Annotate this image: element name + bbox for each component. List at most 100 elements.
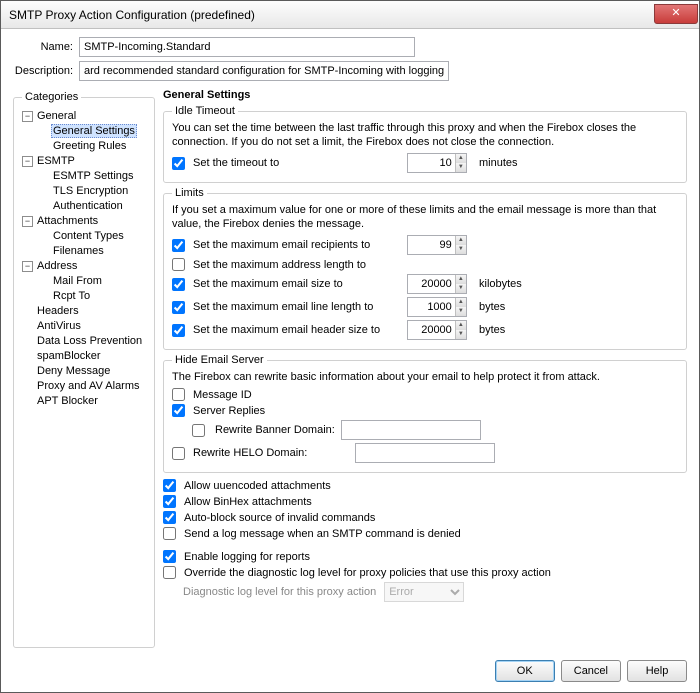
message-id-label: Message ID <box>193 389 252 401</box>
tree-general-settings[interactable]: General Settings <box>51 124 137 138</box>
binhex-label: Allow BinHex attachments <box>184 496 312 508</box>
tree-apt-blocker[interactable]: APT Blocker <box>35 395 100 407</box>
override-diag-checkbox[interactable] <box>163 566 176 579</box>
tree-antivirus[interactable]: AntiVirus <box>35 320 83 332</box>
description-row: Description: <box>13 61 687 81</box>
uuencoded-label: Allow uuencoded attachments <box>184 480 331 492</box>
description-field[interactable] <box>79 61 449 81</box>
idle-timeout-fieldset: Idle Timeout You can set the time betwee… <box>163 105 687 183</box>
titlebar: SMTP Proxy Action Configuration (predefi… <box>1 1 699 29</box>
timeout-input[interactable] <box>408 154 455 172</box>
max-line-len-checkbox[interactable] <box>172 301 185 314</box>
diag-level-label: Diagnostic log level for this proxy acti… <box>183 586 376 598</box>
binhex-checkbox[interactable] <box>163 495 176 508</box>
message-id-checkbox[interactable] <box>172 388 185 401</box>
tree-toggle[interactable]: − <box>22 261 33 272</box>
tree-tls-encryption[interactable]: TLS Encryption <box>51 185 130 197</box>
rewrite-banner-checkbox[interactable] <box>192 424 205 437</box>
max-size-label: Set the maximum email size to <box>193 278 403 290</box>
hide-email-fieldset: Hide Email Server The Firebox can rewrit… <box>163 354 687 473</box>
spin-up-icon[interactable]: ▲ <box>456 275 466 284</box>
tree-mail-from[interactable]: Mail From <box>51 275 104 287</box>
max-line-len-stepper[interactable]: ▲▼ <box>407 297 467 317</box>
tree-rcpt-to[interactable]: Rcpt To <box>51 290 92 302</box>
set-timeout-checkbox[interactable] <box>172 157 185 170</box>
idle-timeout-legend: Idle Timeout <box>172 105 238 117</box>
tree-esmtp-settings[interactable]: ESMTP Settings <box>51 170 136 182</box>
name-row: Name: <box>13 37 687 57</box>
max-line-len-input[interactable] <box>408 298 455 316</box>
max-addr-len-label: Set the maximum address length to <box>193 259 403 271</box>
limits-fieldset: Limits If you set a maximum value for on… <box>163 187 687 350</box>
max-size-checkbox[interactable] <box>172 278 185 291</box>
ok-button[interactable]: OK <box>495 660 555 682</box>
rewrite-banner-field[interactable] <box>341 420 481 440</box>
server-replies-label: Server Replies <box>193 405 265 417</box>
content-area: Name: Description: Categories −General G… <box>1 29 699 652</box>
max-addr-len-checkbox[interactable] <box>172 258 185 271</box>
set-timeout-label: Set the timeout to <box>193 157 403 169</box>
rewrite-helo-checkbox[interactable] <box>172 447 185 460</box>
tree-toggle[interactable]: − <box>22 156 33 167</box>
name-field[interactable] <box>79 37 415 57</box>
spin-down-icon[interactable]: ▼ <box>456 245 466 254</box>
tree-toggle[interactable]: − <box>22 216 33 227</box>
max-recipients-input[interactable] <box>408 236 455 254</box>
rewrite-helo-label: Rewrite HELO Domain: <box>193 447 351 459</box>
enable-log-label: Enable logging for reports <box>184 551 310 563</box>
tree-general[interactable]: General <box>35 110 78 122</box>
rewrite-helo-field[interactable] <box>355 443 495 463</box>
max-header-size-checkbox[interactable] <box>172 324 185 337</box>
limits-legend: Limits <box>172 187 207 199</box>
spin-up-icon[interactable]: ▲ <box>456 236 466 245</box>
tree-filenames[interactable]: Filenames <box>51 245 106 257</box>
spin-up-icon[interactable]: ▲ <box>456 298 466 307</box>
max-header-size-unit: bytes <box>479 324 505 336</box>
hide-email-legend: Hide Email Server <box>172 354 267 366</box>
tree-headers[interactable]: Headers <box>35 305 81 317</box>
page-heading: General Settings <box>163 89 687 101</box>
override-diag-label: Override the diagnostic log level for pr… <box>184 567 551 579</box>
max-line-len-label: Set the maximum email line length to <box>193 301 403 313</box>
timeout-stepper[interactable]: ▲▼ <box>407 153 467 173</box>
close-button[interactable]: ✕ <box>654 4 698 24</box>
cancel-button[interactable]: Cancel <box>561 660 621 682</box>
tree-authentication[interactable]: Authentication <box>51 200 125 212</box>
tree-spamblocker[interactable]: spamBlocker <box>35 350 103 362</box>
server-replies-checkbox[interactable] <box>172 404 185 417</box>
autoblock-checkbox[interactable] <box>163 511 176 524</box>
hide-email-desc: The Firebox can rewrite basic informatio… <box>172 370 678 384</box>
max-recipients-checkbox[interactable] <box>172 239 185 252</box>
spin-up-icon[interactable]: ▲ <box>456 321 466 330</box>
tree-greeting-rules[interactable]: Greeting Rules <box>51 140 128 152</box>
tree-address[interactable]: Address <box>35 260 79 272</box>
uuencoded-checkbox[interactable] <box>163 479 176 492</box>
categories-legend: Categories <box>22 91 81 103</box>
tree-deny-message[interactable]: Deny Message <box>35 365 112 377</box>
tree-content-types[interactable]: Content Types <box>51 230 126 242</box>
max-size-stepper[interactable]: ▲▼ <box>407 274 467 294</box>
description-label: Description: <box>13 65 79 77</box>
enable-log-checkbox[interactable] <box>163 550 176 563</box>
idle-timeout-desc: You can set the time between the last tr… <box>172 121 678 149</box>
spin-up-icon[interactable]: ▲ <box>456 154 466 163</box>
max-header-size-input[interactable] <box>408 321 455 339</box>
spin-down-icon[interactable]: ▼ <box>456 284 466 293</box>
max-size-input[interactable] <box>408 275 455 293</box>
tree-proxy-av-alarms[interactable]: Proxy and AV Alarms <box>35 380 142 392</box>
spin-down-icon[interactable]: ▼ <box>456 330 466 339</box>
name-label: Name: <box>13 41 79 53</box>
sendlog-checkbox[interactable] <box>163 527 176 540</box>
sendlog-label: Send a log message when an SMTP command … <box>184 528 461 540</box>
autoblock-label: Auto-block source of invalid commands <box>184 512 375 524</box>
spin-down-icon[interactable]: ▼ <box>456 307 466 316</box>
tree-esmtp[interactable]: ESMTP <box>35 155 77 167</box>
tree-attachments[interactable]: Attachments <box>35 215 100 227</box>
max-header-size-stepper[interactable]: ▲▼ <box>407 320 467 340</box>
max-recipients-label: Set the maximum email recipients to <box>193 239 403 251</box>
spin-down-icon[interactable]: ▼ <box>456 163 466 172</box>
help-button[interactable]: Help <box>627 660 687 682</box>
tree-toggle[interactable]: − <box>22 111 33 122</box>
max-recipients-stepper[interactable]: ▲▼ <box>407 235 467 255</box>
tree-dlp[interactable]: Data Loss Prevention <box>35 335 144 347</box>
